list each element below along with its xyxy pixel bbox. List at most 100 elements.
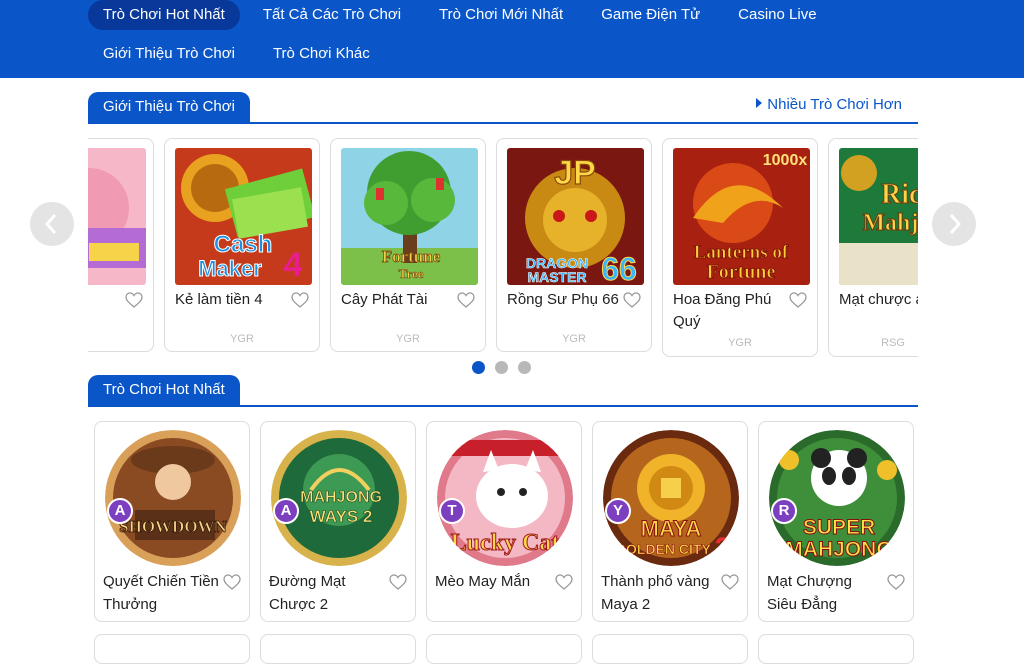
- svg-text:MASTER: MASTER: [527, 269, 586, 285]
- game-thumbnail: MAYA GOLDEN CITY 2: [603, 430, 739, 566]
- game-card[interactable]: Cash Maker 4 Kẻ làm tiền 4 YGR: [164, 138, 320, 352]
- svg-text:MAYA: MAYA: [641, 516, 702, 541]
- svg-text:GOLDEN CITY: GOLDEN CITY: [615, 541, 711, 557]
- nav-item-casino-live[interactable]: Casino Live: [723, 0, 831, 30]
- heart-icon[interactable]: [125, 292, 143, 308]
- game-name: Hoa Đăng Phú Quý: [673, 291, 772, 330]
- game-name: Kẻ làm tiền 4: [175, 291, 263, 308]
- hot-section-header: Trò Chơi Hot Nhất: [88, 375, 918, 407]
- game-card[interactable]: [260, 634, 416, 664]
- heart-icon[interactable]: [291, 292, 309, 308]
- game-thumbnail: Fortune Tree: [341, 148, 478, 285]
- carousel-dot-1[interactable]: [472, 361, 485, 374]
- game-card[interactable]: [592, 634, 748, 664]
- game-thumbnail: SHOWDOWN: [105, 430, 241, 566]
- game-card[interactable]: Lucky Cat T Mèo May Mắn: [426, 421, 582, 622]
- svg-text:SHOWDOWN: SHOWDOWN: [119, 517, 227, 536]
- svg-text:MAHJONG: MAHJONG: [785, 538, 892, 561]
- heart-icon[interactable]: [887, 574, 905, 590]
- provider-badge: T: [439, 498, 465, 524]
- carousel-track: co 65 CashMaker 4 Kẻ làm tiền 4 YGR Fortu…: [88, 138, 918, 357]
- nav-item-game-intro[interactable]: Giới Thiệu Trò Chơi: [88, 39, 250, 69]
- game-card[interactable]: SHOWDOWN A Quyết Chiến Tiền Thưởng: [94, 421, 250, 622]
- game-card[interactable]: [426, 634, 582, 664]
- svg-text:JP: JP: [554, 154, 596, 192]
- intro-section-title: Giới Thiệu Trò Chơi: [88, 92, 250, 122]
- hot-section-title: Trò Chơi Hot Nhất: [88, 375, 240, 405]
- game-card[interactable]: 1000x Lanterns of Fortune Hoa Đăng Phú Quý…: [662, 138, 818, 357]
- svg-text:Mahjong: Mahjong: [862, 210, 918, 236]
- game-thumbnail: JP DRAGON MASTER 66: [507, 148, 644, 285]
- svg-text:Fortune: Fortune: [707, 261, 776, 283]
- game-card[interactable]: [758, 634, 914, 664]
- game-name: Thành phố vàng Maya 2: [601, 573, 710, 613]
- nav-item-electronic-games[interactable]: Game Điện Tử: [586, 0, 715, 30]
- provider-badge: R: [771, 498, 797, 524]
- nav-item-hot-games[interactable]: Trò Chơi Hot Nhất: [88, 0, 240, 30]
- heart-icon[interactable]: [457, 292, 475, 308]
- svg-text:Maker: Maker: [198, 256, 262, 281]
- nav-row-2: Giới Thiệu Trò Chơi Trò Chơi Khác: [88, 39, 393, 69]
- provider-badge: Y: [605, 498, 631, 524]
- nav-item-all-games[interactable]: Tất Cả Các Trò Chơi: [248, 0, 416, 30]
- game-name: Cây Phát Tài: [341, 291, 428, 308]
- game-name: Mèo May Mắn: [435, 573, 531, 590]
- svg-text:Rich: Rich: [881, 179, 918, 210]
- carousel-prev-button[interactable]: [30, 202, 74, 246]
- intro-section-header: Giới Thiệu Trò Chơi Nhiều Trò Chơi Hơn: [88, 92, 918, 124]
- game-provider: YGR: [562, 333, 586, 345]
- carousel-next-button[interactable]: [932, 202, 976, 246]
- more-games-label: Nhiều Trò Chơi Hơn: [767, 96, 902, 113]
- svg-text:66: 66: [601, 251, 637, 285]
- game-card[interactable]: SUPER MAHJONG R Mạt Chượng Siêu Đẳng: [758, 421, 914, 622]
- game-card[interactable]: JP DRAGON MASTER 66 Rồng Sư Phụ 66 YGR: [496, 138, 652, 352]
- game-provider: 65: [88, 333, 153, 345]
- heart-icon[interactable]: [389, 574, 407, 590]
- svg-text:Tree: Tree: [399, 266, 424, 281]
- nav-item-newest-games[interactable]: Trò Chơi Mới Nhất: [424, 0, 578, 30]
- svg-text:Lucky Cat: Lucky Cat: [451, 530, 560, 556]
- carousel-pagination: [472, 361, 531, 374]
- game-card[interactable]: [94, 634, 250, 664]
- svg-text:WAYS 2: WAYS 2: [310, 507, 373, 526]
- game-card[interactable]: Fortune Tree Cây Phát Tài YGR: [330, 138, 486, 352]
- chevron-left-icon: [44, 214, 57, 234]
- caret-right-icon: [756, 98, 763, 108]
- svg-text:Cash: Cash: [214, 231, 273, 258]
- game-card[interactable]: MAHJONG WAYS 2 A Đường Mạt Chược 2: [260, 421, 416, 622]
- more-games-link[interactable]: Nhiều Trò Chơi Hơn: [756, 96, 902, 113]
- svg-text:Fortune: Fortune: [382, 247, 441, 266]
- game-card[interactable]: co 65: [88, 138, 154, 352]
- game-name: Rồng Sư Phụ 66: [507, 291, 619, 308]
- intro-carousel: co 65 CashMaker 4 Kẻ làm tiền 4 YGR Fortu…: [88, 138, 918, 360]
- game-thumbnail: Lucky Cat: [437, 430, 573, 566]
- chevron-right-icon: [949, 214, 962, 234]
- heart-icon[interactable]: [789, 292, 807, 308]
- carousel-dot-3[interactable]: [518, 361, 531, 374]
- svg-text:4: 4: [284, 246, 303, 284]
- game-thumbnail: RichMahjong19: [839, 148, 918, 285]
- game-provider: YGR: [230, 333, 254, 345]
- game-provider: RSG: [881, 337, 905, 349]
- heart-icon[interactable]: [555, 574, 573, 590]
- game-card[interactable]: MAYA GOLDEN CITY 2 Y Thành phố vàng Maya 2: [592, 421, 748, 622]
- heart-icon[interactable]: [223, 574, 241, 590]
- game-card[interactable]: RichMahjong19 Mạt chược át 2 RSG: [828, 138, 918, 357]
- carousel-dot-2[interactable]: [495, 361, 508, 374]
- svg-text:MAHJONG: MAHJONG: [300, 489, 382, 506]
- svg-text:1000x: 1000x: [763, 152, 808, 169]
- game-name: Đường Mạt Chược 2: [269, 573, 346, 613]
- game-provider: YGR: [728, 337, 752, 349]
- game-name: Mạt Chượng Siêu Đẳng: [767, 573, 852, 613]
- nav-row-1: Trò Chơi Hot Nhất Tất Cả Các Trò Chơi Tr…: [88, 0, 840, 30]
- svg-text:2: 2: [715, 532, 732, 565]
- game-thumbnail: SUPER MAHJONG: [769, 430, 905, 566]
- heart-icon[interactable]: [721, 574, 739, 590]
- heart-icon[interactable]: [623, 292, 641, 308]
- svg-text:Lanterns of: Lanterns of: [694, 242, 789, 263]
- game-name: co: [88, 289, 121, 311]
- game-provider: YGR: [396, 333, 420, 345]
- game-name: Mạt chược át 2: [839, 291, 918, 308]
- nav-item-other-games[interactable]: Trò Chơi Khác: [258, 39, 385, 69]
- game-name: Quyết Chiến Tiền Thưởng: [103, 573, 219, 613]
